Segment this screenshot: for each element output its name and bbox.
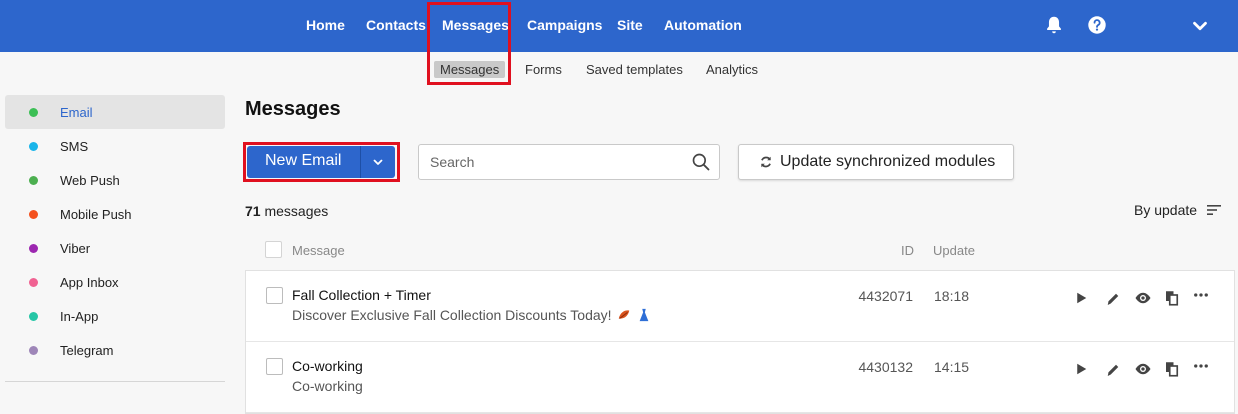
update-synchronized-modules-button[interactable]: Update synchronized modules (738, 144, 1014, 180)
search-input[interactable] (419, 145, 679, 179)
subnav-saved-templates[interactable]: Saved templates (586, 62, 683, 77)
message-list: Fall Collection + Timer Discover Exclusi… (245, 270, 1235, 414)
sort-dropdown[interactable]: By update (1134, 202, 1222, 218)
message-update-time: 14:15 (934, 359, 970, 375)
nav-site[interactable]: Site (617, 17, 643, 33)
sort-label: By update (1134, 202, 1198, 218)
subnav-analytics[interactable]: Analytics (706, 62, 758, 77)
bell-icon[interactable] (1043, 14, 1065, 36)
chevron-down-icon[interactable] (1189, 15, 1211, 37)
nav-messages[interactable]: Messages (442, 17, 509, 33)
message-subtitle: Co-working (292, 378, 363, 394)
dress-emoji-icon (639, 308, 649, 322)
message-title[interactable]: Co-working (292, 358, 363, 374)
status-dot (29, 311, 38, 321)
new-email-split-button: New Email (247, 146, 395, 178)
sidebar-item-mobile-push[interactable]: Mobile Push (5, 197, 225, 231)
message-update-time: 18:18 (934, 288, 970, 304)
channel-sidebar: Email SMS Web Push Mobile Push Viber App… (5, 95, 225, 367)
chevron-down-icon (373, 159, 383, 165)
nav-campaigns[interactable]: Campaigns (527, 17, 602, 33)
copy-icon[interactable] (1163, 360, 1181, 378)
status-dot (29, 277, 38, 287)
list-header: Message ID Update (245, 237, 1235, 263)
message-subtitle: Discover Exclusive Fall Collection Disco… (292, 307, 651, 323)
edit-pencil-icon[interactable] (1104, 290, 1122, 308)
edit-pencil-icon[interactable] (1104, 361, 1122, 379)
count-number: 71 (245, 203, 261, 219)
sidebar-item-label: Telegram (60, 342, 114, 358)
sidebar-item-label: Viber (60, 240, 91, 256)
column-id: ID (901, 243, 914, 258)
status-dot (29, 107, 38, 117)
sidebar-item-label: Web Push (60, 172, 120, 188)
select-all-checkbox[interactable] (265, 241, 282, 258)
message-title[interactable]: Fall Collection + Timer (292, 287, 431, 303)
status-dot (29, 209, 38, 219)
nav-home[interactable]: Home (306, 17, 345, 33)
leaf-emoji-icon (619, 310, 630, 319)
status-dot (29, 345, 38, 355)
subnav-messages[interactable]: Messages (434, 61, 506, 78)
more-options-icon[interactable] (1192, 286, 1210, 304)
page-title: Messages (245, 98, 341, 120)
sync-icon (761, 156, 771, 168)
column-message: Message (292, 243, 345, 258)
help-icon[interactable] (1086, 14, 1108, 36)
status-dot (29, 175, 38, 185)
sidebar-item-app-inbox[interactable]: App Inbox (5, 265, 225, 299)
eye-icon[interactable] (1134, 360, 1152, 378)
new-email-button[interactable]: New Email (247, 146, 360, 178)
copy-icon[interactable] (1163, 289, 1181, 307)
sort-icon (1207, 205, 1222, 215)
table-row[interactable]: Co-working Co-working 4430132 14:15 (246, 342, 1234, 413)
row-checkbox[interactable] (266, 287, 283, 304)
eye-icon[interactable] (1134, 289, 1152, 307)
sidebar-item-label: Mobile Push (60, 206, 132, 222)
search-field (418, 144, 720, 180)
search-icon[interactable] (691, 152, 711, 172)
sidebar-item-telegram[interactable]: Telegram (5, 333, 225, 367)
new-email-dropdown-button[interactable] (360, 146, 395, 178)
top-navigation-bar: Home Contacts Messages Campaigns Site Au… (0, 0, 1238, 52)
sidebar-item-label: In-App (60, 308, 99, 324)
row-checkbox[interactable] (266, 358, 283, 375)
nav-automation[interactable]: Automation (664, 17, 742, 33)
table-row[interactable]: Fall Collection + Timer Discover Exclusi… (246, 271, 1234, 342)
sidebar-item-sms[interactable]: SMS (5, 129, 225, 163)
sidebar-item-label: Email (60, 104, 93, 120)
message-id: 4430132 (858, 359, 913, 375)
sidebar-divider (5, 381, 225, 382)
sidebar-item-web-push[interactable]: Web Push (5, 163, 225, 197)
message-id: 4432071 (858, 288, 913, 304)
count-suffix: messages (260, 203, 329, 219)
sidebar-item-label: SMS (60, 138, 89, 154)
sidebar-item-label: App Inbox (60, 274, 119, 290)
play-icon[interactable] (1072, 289, 1090, 307)
column-update: Update (933, 243, 975, 258)
sidebar-item-email[interactable]: Email (5, 95, 225, 129)
message-subject: Discover Exclusive Fall Collection Disco… (292, 307, 612, 323)
sidebar-item-in-app[interactable]: In-App (5, 299, 225, 333)
sync-label: Update synchronized modules (780, 153, 996, 170)
status-dot (29, 141, 38, 151)
status-dot (29, 243, 38, 253)
message-count: 71 messages (245, 203, 328, 219)
subnav-forms[interactable]: Forms (525, 62, 562, 77)
play-icon[interactable] (1072, 360, 1090, 378)
nav-contacts[interactable]: Contacts (366, 17, 426, 33)
sidebar-item-viber[interactable]: Viber (5, 231, 225, 265)
more-options-icon[interactable] (1192, 357, 1210, 375)
